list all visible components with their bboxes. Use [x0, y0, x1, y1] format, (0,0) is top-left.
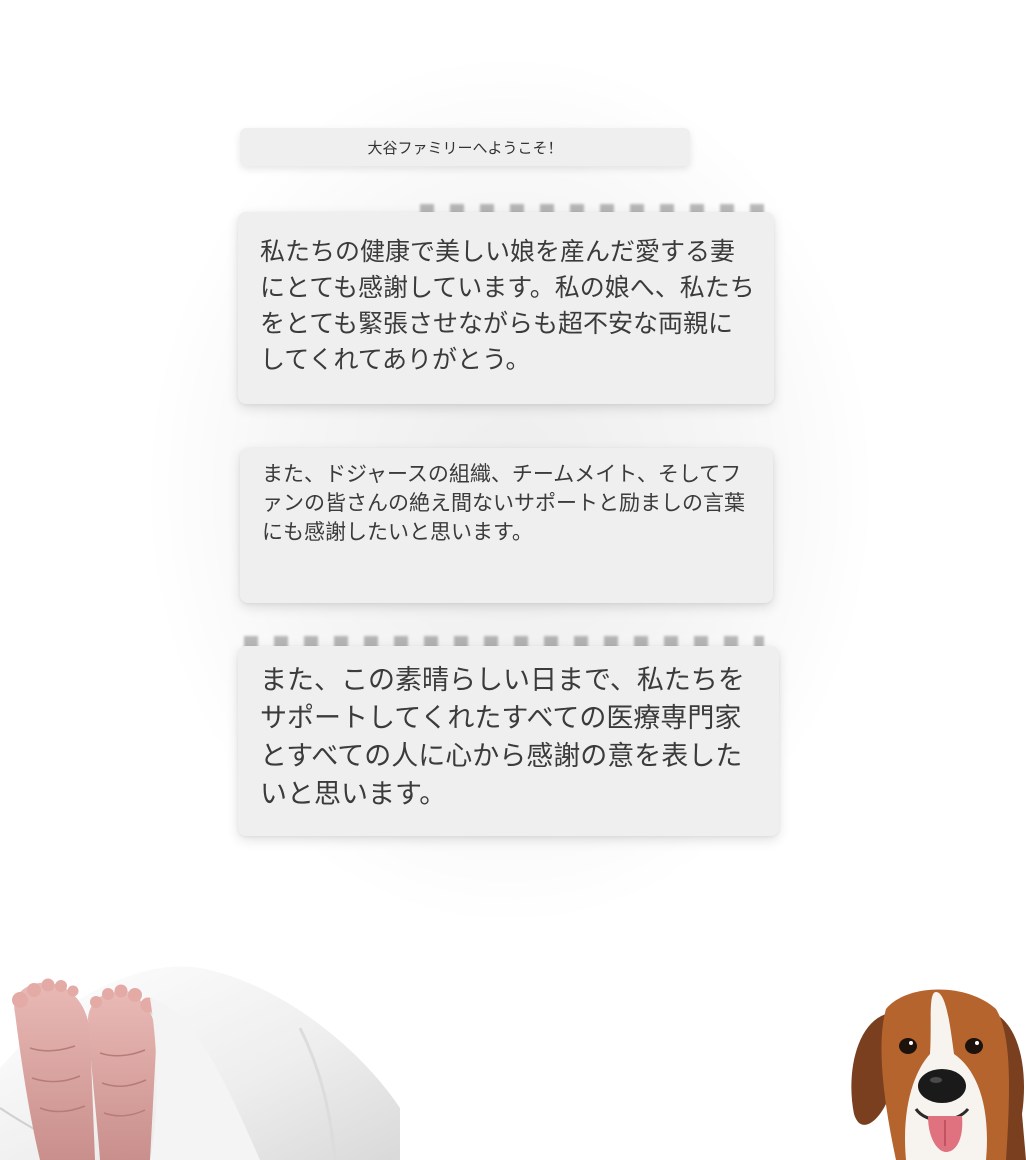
dog-image: [851, 989, 1026, 1160]
message-card-dodgers-fans: また、ドジャースの組織、チームメイト、そしてファンの皆さんの絶え間ないサポートと…: [240, 448, 773, 603]
message-text: また、ドジャースの組織、チームメイト、そしてファンの皆さんの絶え間ないサポートと…: [262, 462, 745, 544]
message-card-wife-daughter: 私たちの健康で美しい娘を産んだ愛する妻にとても感謝しています。私の娘へ、私たちを…: [238, 212, 774, 404]
message-text: また、この素晴らしい日まで、私たちをサポートしてくれたすべての医療専門家とすべて…: [260, 665, 745, 810]
message-text: 私たちの健康で美しい娘を産んだ愛する妻にとても感謝しています。私の娘へ、私たちを…: [260, 237, 755, 374]
welcome-banner: 大谷ファミリーへようこそ！: [240, 128, 690, 166]
baby-feet-image: [0, 966, 400, 1160]
message-card-medical-staff: また、この素晴らしい日まで、私たちをサポートしてくれたすべての医療専門家とすべて…: [238, 646, 779, 836]
welcome-title: 大谷ファミリーへようこそ！: [367, 138, 563, 157]
